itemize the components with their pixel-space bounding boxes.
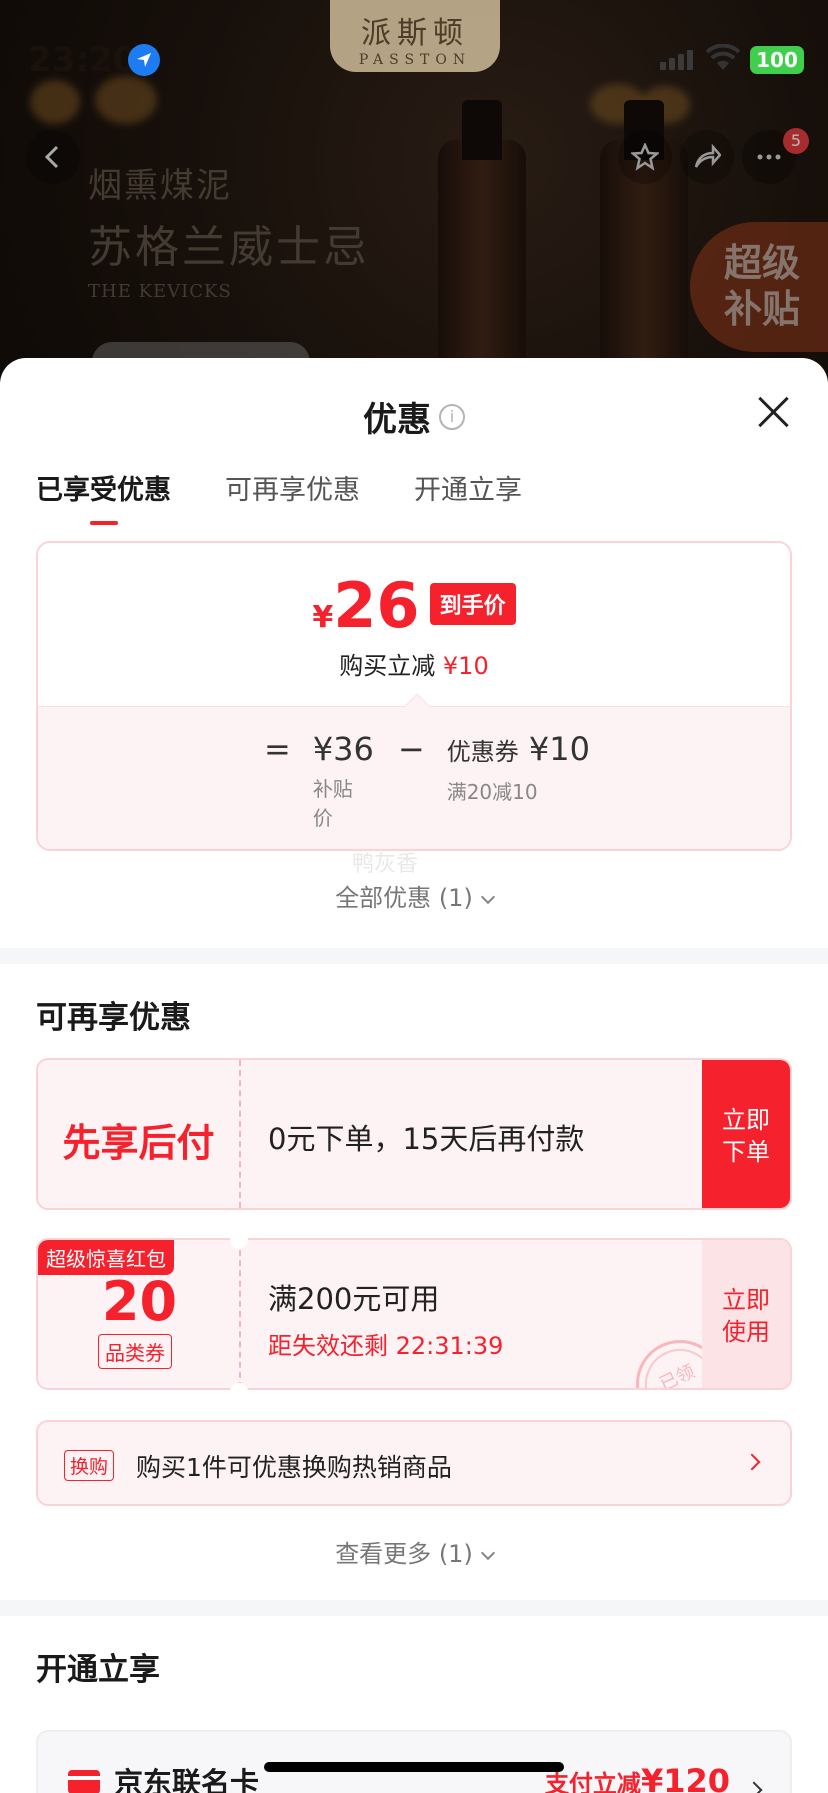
pay-later-desc: 0元下单，15天后再付款	[268, 1122, 585, 1156]
price-breakdown: = ¥36 补贴价 − 优惠券 ¥10 满20减10	[38, 693, 790, 849]
pay-later-name: 先享后付	[62, 1121, 215, 1165]
battery-indicator: 100	[750, 46, 804, 74]
status-time: 23:20	[28, 40, 137, 80]
subsidy-price-value: ¥36	[312, 730, 374, 768]
credit-card-icon	[68, 1770, 100, 1793]
red-packet-coupon: 超级惊喜红包 20 品类券 满200元可用 距失效还剩 22:31:39 已领 …	[36, 1238, 792, 1390]
share-icon	[694, 143, 721, 168]
final-price-value: 26	[333, 569, 420, 642]
see-more-toggle[interactable]: 查看更多 (1)	[0, 1534, 828, 1569]
purchase-reduction: 购买立减 ¥10	[38, 646, 790, 681]
chevron-left-icon	[44, 145, 59, 169]
final-price-card: ¥26 到手价 购买立减 ¥10 = ¥36 补贴价 − 优惠券 ¥10 满20减…	[36, 541, 792, 851]
coupon-rule: 满20减10	[446, 780, 538, 804]
favorite-button[interactable]	[618, 130, 672, 184]
back-button[interactable]	[26, 130, 80, 184]
order-now-label: 立即下单	[722, 1106, 770, 1166]
see-more-label: 查看更多 (1)	[335, 1540, 473, 1568]
red-packet-condition: 满200元可用	[268, 1282, 440, 1316]
use-now-button[interactable]: 立即使用	[702, 1240, 790, 1388]
chevron-down-icon	[480, 1545, 495, 1561]
final-price: ¥26 到手价	[38, 543, 790, 642]
card-offer: 支付立减¥120	[545, 1762, 730, 1793]
section-divider	[0, 1600, 828, 1616]
location-arrow-icon	[128, 44, 160, 76]
chevron-right-icon	[743, 1453, 761, 1471]
sheet-title-text: 优惠	[363, 400, 431, 440]
message-count-badge: 5	[783, 128, 809, 154]
coupon-notch	[230, 1231, 248, 1249]
discount-sheet: 优惠 i 已享受优惠 可再享优惠 开通立享 ¥26 到手价 购买立减 ¥10 = ¥…	[0, 358, 828, 1793]
final-price-tag: 到手价	[429, 583, 516, 625]
chevron-right-icon	[745, 1781, 763, 1793]
discount-tabs: 已享受优惠 可再享优惠 开通立享	[36, 468, 576, 525]
close-icon[interactable]	[756, 394, 792, 430]
tab-more-available[interactable]: 可再享优惠	[225, 468, 360, 525]
open-enjoy-title: 开通立享	[36, 1652, 160, 1688]
section-divider	[0, 948, 828, 964]
minus-sign: −	[397, 730, 425, 768]
info-icon[interactable]: i	[439, 403, 465, 430]
pay-later-left: 先享后付	[38, 1060, 241, 1208]
coupon-notch	[230, 1383, 248, 1401]
coupon-amount: ¥10	[528, 730, 590, 768]
tab-enjoyed[interactable]: 已享受优惠	[36, 468, 171, 525]
wifi-icon	[706, 44, 740, 70]
sheet-header: 优惠 i	[0, 358, 828, 458]
brand-name-cn: 派斯顿	[361, 16, 469, 51]
more-dots-icon	[757, 154, 781, 160]
home-indicator[interactable]	[264, 1762, 564, 1772]
use-now-label: 立即使用	[722, 1286, 770, 1346]
purchase-reduction-amount: ¥10	[442, 652, 489, 680]
coupon-label: 优惠券	[446, 738, 519, 766]
equals-sign: =	[264, 730, 291, 768]
brand-name-en: PASSTON	[358, 52, 472, 68]
card-offer-amount: ¥120	[640, 1762, 730, 1793]
more-discounts-title: 可再享优惠	[36, 1000, 191, 1036]
subsidy-price-item: ¥36 补贴价	[313, 729, 374, 831]
price-calculation: = ¥36 补贴价 − 优惠券 ¥10 满20减10	[264, 729, 614, 831]
cellular-signal-icon	[660, 50, 693, 70]
final-price-summary: ¥26 到手价 购买立减 ¥10	[38, 543, 790, 706]
watermark-text: 鸭灰香	[352, 852, 419, 877]
all-discounts-label: 全部优惠 (1)	[335, 884, 473, 912]
swap-offer-row[interactable]: 换购 购买1件可优惠换购热销商品	[36, 1420, 792, 1506]
card-offer-text: 支付立减	[544, 1770, 641, 1793]
brand-logo: 派斯顿 PASSTON	[330, 0, 500, 72]
coupon-item: 优惠券 ¥10 满20减10	[447, 729, 590, 805]
currency-symbol: ¥	[312, 600, 334, 635]
chevron-down-icon	[480, 889, 495, 905]
category-coupon-badge: 品类券	[98, 1334, 172, 1369]
swap-tag: 换购	[64, 1450, 115, 1481]
star-icon	[631, 143, 659, 171]
order-now-button[interactable]: 立即下单	[702, 1060, 790, 1208]
purchase-reduction-label: 购买立减	[339, 652, 436, 680]
swap-text: 购买1件可优惠换购热销商品	[136, 1453, 452, 1482]
red-packet-amount: 20	[101, 1270, 178, 1333]
sheet-title: 优惠 i	[0, 392, 828, 441]
all-discounts-toggle[interactable]: 全部优惠 (1)	[0, 878, 828, 913]
product-background: 烟熏煤泥 苏格兰威士忌 THE KEVICKS 超级 补贴 派斯顿 PASSTO…	[0, 0, 828, 400]
red-packet-timer: 距失效还剩 22:31:39	[268, 1332, 504, 1360]
tab-open-enjoy[interactable]: 开通立享	[414, 468, 522, 525]
red-packet-left: 超级惊喜红包 20 品类券	[38, 1240, 241, 1388]
pay-later-offer: 先享后付 0元下单，15天后再付款 立即下单	[36, 1058, 792, 1210]
card-name: 京东联名卡	[114, 1766, 260, 1793]
subsidy-price-label: 补贴价	[312, 777, 353, 830]
share-button[interactable]	[680, 130, 734, 184]
